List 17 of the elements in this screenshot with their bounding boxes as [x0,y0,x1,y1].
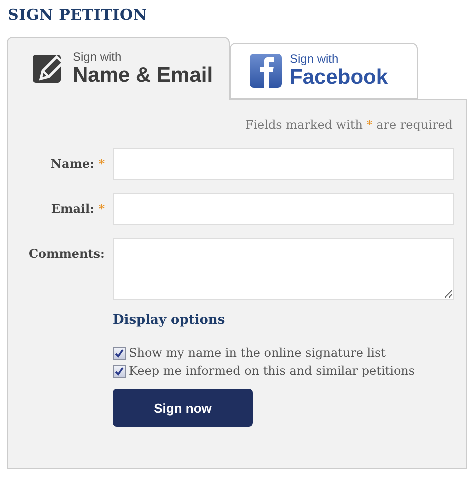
sign-now-button[interactable]: Sign now [113,389,253,427]
field-label: Name: * [50,156,105,171]
field-label: Comments: [28,246,105,261]
input-field[interactable] [113,148,454,180]
checkbox[interactable] [113,346,126,360]
sign-in-tab[interactable]: Sign with Name & Email [7,37,230,100]
page-title: SIGN PETITION [8,6,148,24]
required-note: Fields marked with * are required [244,118,453,132]
section-heading: Display options [113,313,226,328]
comments-field[interactable] [113,238,454,300]
facebook-icon [250,54,282,88]
sign-in-tab[interactable]: Sign with Facebook [230,43,418,99]
field-label: Email: * [50,201,105,216]
input-field[interactable] [113,193,454,225]
checkbox[interactable] [113,364,126,378]
checkbox-label: Show my name in the online signature list [129,346,386,360]
checkbox-label: Keep me informed on this and similar petitions [129,364,416,378]
